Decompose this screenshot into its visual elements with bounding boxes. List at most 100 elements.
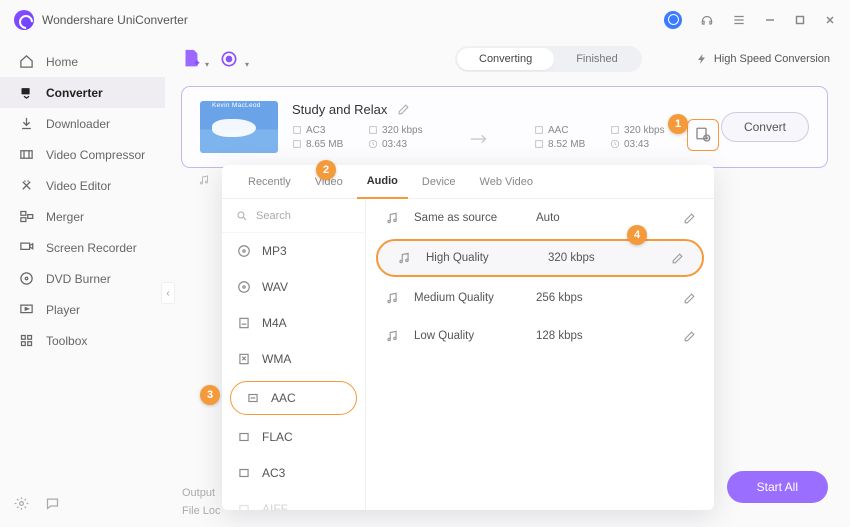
thumbnail-label: Kevin MacLeod — [212, 102, 261, 109]
add-record-button[interactable]: ▾ — [217, 47, 241, 71]
sidebar-item-label: Player — [46, 303, 80, 317]
sidebar-item-label: DVD Burner — [46, 272, 111, 286]
sidebar-item-toolbox[interactable]: Toolbox — [0, 325, 165, 356]
format-flac[interactable]: FLAC — [222, 419, 365, 455]
add-file-button[interactable]: ▾ — [179, 47, 203, 71]
format-m4a[interactable]: M4A — [222, 305, 365, 341]
user-avatar-icon[interactable] — [664, 11, 682, 29]
sidebar-item-label: Toolbox — [46, 334, 87, 348]
music-icon — [396, 250, 412, 266]
format-search[interactable]: Search — [222, 199, 365, 233]
file-thumbnail: Kevin MacLeod — [200, 101, 278, 153]
format-wma[interactable]: WMA — [222, 341, 365, 377]
convert-button[interactable]: Convert — [721, 112, 809, 142]
sidebar-item-label: Merger — [46, 210, 84, 224]
disc-icon — [236, 243, 252, 259]
quality-medium[interactable]: Medium Quality256 kbps — [366, 279, 714, 317]
callout-3: 3 — [200, 385, 220, 405]
merger-icon — [18, 209, 34, 225]
format-mp3[interactable]: MP3 — [222, 233, 365, 269]
format-wav[interactable]: WAV — [222, 269, 365, 305]
search-placeholder: Search — [256, 210, 291, 222]
settings-icon[interactable] — [14, 496, 29, 511]
hsc-label: High Speed Conversion — [714, 53, 830, 65]
tab-device[interactable]: Device — [412, 165, 466, 199]
codec-icon: AC3 — [292, 125, 350, 136]
source-specs: AC3 320 kbps 8.65 MB 03:43 — [292, 125, 426, 153]
sidebar-item-home[interactable]: Home — [0, 46, 165, 77]
size-icon: 8.65 MB — [292, 139, 350, 150]
file-icon — [236, 501, 252, 510]
format-ac3[interactable]: AC3 — [222, 455, 365, 491]
menu-icon[interactable] — [732, 13, 746, 27]
toolbox-icon — [18, 333, 34, 349]
edit-quality-icon[interactable] — [671, 252, 684, 265]
toolbar: ▾ ▾ Converting Finished High Speed Conve… — [165, 40, 844, 78]
recorder-icon — [18, 240, 34, 256]
high-speed-toggle[interactable]: High Speed Conversion — [696, 53, 830, 65]
arrow-icon — [468, 132, 492, 146]
app-logo — [14, 10, 34, 30]
format-popover: Recently Video Audio Device Web Video Se… — [222, 165, 714, 510]
callout-4: 4 — [627, 225, 647, 245]
music-icon — [384, 290, 400, 306]
output-settings-button[interactable] — [687, 119, 719, 151]
edit-quality-icon[interactable] — [683, 212, 696, 225]
compressor-icon — [18, 147, 34, 163]
file-icon — [236, 429, 252, 445]
duration-icon: 03:43 — [368, 139, 426, 150]
output-format-badge — [198, 174, 210, 186]
quality-high[interactable]: High Quality320 kbps — [376, 239, 704, 277]
sidebar-item-dvd[interactable]: DVD Burner — [0, 263, 165, 294]
tab-finished[interactable]: Finished — [554, 48, 640, 70]
tab-recently[interactable]: Recently — [238, 165, 301, 199]
sidebar-item-label: Home — [46, 55, 78, 69]
tab-converting[interactable]: Converting — [457, 48, 554, 70]
sidebar-item-editor[interactable]: Video Editor — [0, 170, 165, 201]
file-title-row: Study and Relax — [292, 102, 701, 117]
output-label: Output — [182, 487, 215, 499]
titlebar: Wondershare UniConverter — [0, 0, 850, 40]
dvd-icon — [18, 271, 34, 287]
disc-icon — [236, 279, 252, 295]
sidebar-item-converter[interactable]: Converter — [0, 77, 165, 108]
file-icon — [236, 351, 252, 367]
close-icon[interactable] — [824, 14, 836, 26]
minimize-icon[interactable] — [764, 14, 776, 26]
quality-low[interactable]: Low Quality128 kbps — [366, 317, 714, 355]
sidebar-item-label: Screen Recorder — [46, 241, 137, 255]
sidebar-item-player[interactable]: Player — [0, 294, 165, 325]
format-aiff[interactable]: AIFF — [222, 491, 365, 510]
quality-list: Same as sourceAuto High Quality320 kbps … — [366, 199, 714, 510]
sidebar-item-recorder[interactable]: Screen Recorder — [0, 232, 165, 263]
titlebar-controls — [664, 11, 836, 29]
file-icon — [236, 465, 252, 481]
sidebar-item-compressor[interactable]: Video Compressor — [0, 139, 165, 170]
format-aac[interactable]: AAC — [230, 381, 357, 415]
status-tabs: Converting Finished — [455, 46, 642, 72]
music-icon — [384, 210, 400, 226]
callout-1: 1 — [668, 114, 688, 134]
sidebar-collapse-handle[interactable]: ‹ — [161, 282, 175, 304]
music-icon — [384, 328, 400, 344]
feedback-icon[interactable] — [45, 496, 60, 511]
converter-icon — [18, 85, 34, 101]
start-all-button[interactable]: Start All — [727, 471, 828, 503]
sidebar-item-merger[interactable]: Merger — [0, 201, 165, 232]
edit-quality-icon[interactable] — [683, 330, 696, 343]
home-icon — [18, 54, 34, 70]
sidebar-item-label: Downloader — [46, 117, 110, 131]
editor-icon — [18, 178, 34, 194]
tab-audio[interactable]: Audio — [357, 165, 408, 199]
sidebar-item-label: Video Compressor — [46, 148, 145, 162]
edit-title-icon[interactable] — [397, 103, 410, 116]
bitrate-icon: 320 kbps — [368, 125, 426, 136]
sidebar-item-downloader[interactable]: Downloader — [0, 108, 165, 139]
tab-webvideo[interactable]: Web Video — [470, 165, 543, 199]
edit-quality-icon[interactable] — [683, 292, 696, 305]
maximize-icon[interactable] — [794, 14, 806, 26]
headset-icon[interactable] — [700, 13, 714, 27]
quality-same[interactable]: Same as sourceAuto — [366, 199, 714, 237]
format-list: Search MP3 WAV M4A WMA AAC FLAC AC3 AIFF — [222, 199, 366, 510]
downloader-icon — [18, 116, 34, 132]
